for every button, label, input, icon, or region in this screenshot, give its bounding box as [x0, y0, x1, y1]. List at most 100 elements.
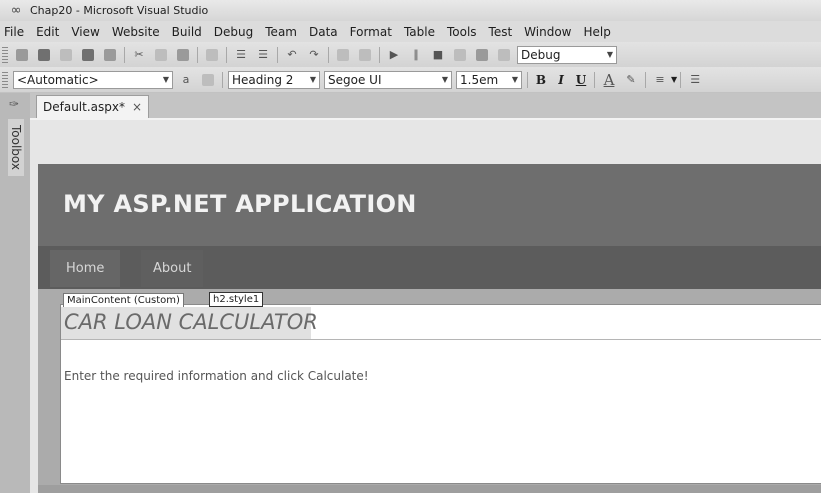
site-nav: Home About — [38, 246, 821, 289]
toolbar-separator — [645, 71, 646, 88]
chevron-down-icon: ▼ — [309, 75, 316, 84]
menu-format[interactable]: Format — [344, 25, 398, 39]
toolbar-separator — [328, 46, 329, 63]
vs-logo-icon: ∞ — [10, 3, 22, 18]
block-format-value: Heading 2 — [232, 72, 294, 87]
main-content-region[interactable]: MainContent (Custom) h2.style1 CAR LOAN … — [60, 292, 821, 484]
align-icon[interactable]: ≡ — [651, 72, 669, 88]
step-over-icon[interactable] — [473, 47, 491, 63]
menu-build[interactable]: Build — [166, 25, 208, 39]
font-color-icon[interactable]: A — [600, 71, 618, 89]
menu-team[interactable]: Team — [259, 25, 303, 39]
step-out-icon[interactable] — [495, 47, 513, 63]
toolbar-separator — [197, 46, 198, 63]
redo-icon[interactable]: ↷ — [305, 47, 323, 63]
solution-config-value: Debug — [521, 47, 561, 62]
font-size-value: 1.5em — [460, 72, 499, 87]
menu-tools[interactable]: Tools — [441, 25, 483, 39]
content-placeholder-label: MainContent (Custom) — [63, 293, 184, 308]
page-heading: CAR LOAN CALCULATOR — [64, 310, 318, 334]
nav-home[interactable]: Home — [50, 250, 121, 287]
block-format-select[interactable]: Heading 2 ▼ — [228, 70, 320, 89]
comment-icon[interactable]: ☰ — [232, 47, 250, 63]
new-style-icon[interactable] — [199, 72, 217, 88]
page-footer-strip — [38, 485, 821, 493]
stop-icon[interactable]: ■ — [429, 47, 447, 63]
navigate-icon[interactable] — [334, 47, 352, 63]
toolbar-grip[interactable] — [2, 46, 8, 63]
menu-edit[interactable]: Edit — [30, 25, 65, 39]
toolbar-separator — [594, 71, 595, 88]
document-area: Default.aspx* × MY ASP.NET APPLICATION H… — [30, 93, 821, 493]
site-header: MY ASP.NET APPLICATION — [38, 164, 821, 246]
find-icon[interactable] — [203, 47, 221, 63]
toolbar-grip[interactable] — [2, 71, 8, 88]
menu-website[interactable]: Website — [106, 25, 166, 39]
font-select[interactable]: Segoe UI ▼ — [324, 70, 452, 89]
title-bar: ∞ Chap20 - Microsoft Visual Studio — [0, 0, 821, 21]
target-rule-select[interactable]: <Automatic> ▼ — [13, 70, 173, 89]
menu-file[interactable]: File — [0, 25, 30, 39]
menu-debug[interactable]: Debug — [208, 25, 259, 39]
underline-button[interactable]: U — [573, 73, 589, 87]
instruction-text: Enter the required information and click… — [64, 369, 369, 383]
chevron-down-icon: ▼ — [162, 75, 169, 84]
highlight-icon[interactable]: ✎ — [622, 72, 640, 88]
menu-help[interactable]: Help — [578, 25, 617, 39]
new-project-icon[interactable] — [13, 47, 31, 63]
style-tag-label: h2.style1 — [209, 292, 264, 307]
toolbar-separator — [527, 71, 528, 88]
italic-button[interactable]: I — [553, 73, 569, 87]
menu-view[interactable]: View — [65, 25, 105, 39]
menu-table[interactable]: Table — [398, 25, 441, 39]
toolbar-separator — [680, 71, 682, 88]
paste-icon[interactable] — [174, 47, 192, 63]
undo-icon[interactable]: ↶ — [283, 47, 301, 63]
formatting-toolbar: <Automatic> ▼ a Heading 2 ▼ Segoe UI ▼ 1… — [0, 67, 821, 93]
cut-icon[interactable]: ✂ — [130, 47, 148, 63]
toolbar-separator — [124, 46, 125, 63]
uncomment-icon[interactable]: ☰ — [254, 47, 272, 63]
toolbar-separator — [277, 46, 278, 63]
chevron-down-icon: ▼ — [606, 50, 613, 59]
toolbar-separator — [379, 46, 380, 63]
chevron-down-icon[interactable]: ▼ — [671, 75, 677, 84]
page-preview: MY ASP.NET APPLICATION Home About MainCo… — [38, 164, 821, 493]
chevron-down-icon: ▼ — [511, 75, 518, 84]
toolbar-separator — [222, 71, 223, 88]
window-title: Chap20 - Microsoft Visual Studio — [30, 4, 209, 17]
font-value: Segoe UI — [328, 72, 382, 87]
bold-button[interactable]: B — [533, 73, 549, 87]
menu-bar: File Edit View Website Build Debug Team … — [0, 21, 821, 42]
menu-window[interactable]: Window — [518, 25, 577, 39]
list-icon[interactable]: ☰ — [686, 72, 704, 88]
navigate-forward-icon[interactable] — [356, 47, 374, 63]
toolbar-separator — [226, 46, 227, 63]
close-icon[interactable]: × — [132, 100, 142, 114]
heading-block[interactable]: CAR LOAN CALCULATOR — [61, 307, 821, 340]
standard-toolbar: ✂ ☰ ☰ ↶ ↷ ▶ ∥ ■ Debug ▼ — [0, 42, 821, 68]
nav-about[interactable]: About — [141, 250, 204, 287]
design-surface: MY ASP.NET APPLICATION Home About MainCo… — [30, 120, 821, 493]
tab-label: Default.aspx* — [43, 100, 125, 114]
save-icon[interactable] — [79, 47, 97, 63]
step-into-icon[interactable] — [451, 47, 469, 63]
add-item-icon[interactable] — [57, 47, 75, 63]
pin-icon[interactable]: ✑ — [9, 97, 19, 111]
chevron-down-icon: ▼ — [441, 75, 448, 84]
copy-icon[interactable] — [152, 47, 170, 63]
toolbox-panel: ✑ Toolbox — [0, 93, 30, 493]
font-size-select[interactable]: 1.5em ▼ — [456, 70, 522, 89]
toolbox-tab[interactable]: Toolbox — [8, 119, 24, 176]
app-title: MY ASP.NET APPLICATION — [63, 190, 417, 218]
save-all-icon[interactable] — [101, 47, 119, 63]
open-icon[interactable] — [35, 47, 53, 63]
target-rule-value: <Automatic> — [17, 72, 99, 87]
solution-config-select[interactable]: Debug ▼ — [517, 45, 617, 64]
menu-test[interactable]: Test — [483, 25, 519, 39]
start-icon[interactable]: ▶ — [385, 47, 403, 63]
menu-data[interactable]: Data — [303, 25, 344, 39]
pause-icon[interactable]: ∥ — [407, 47, 425, 63]
apply-style-icon[interactable]: a — [177, 72, 195, 88]
tab-default-aspx[interactable]: Default.aspx* × — [36, 95, 150, 118]
